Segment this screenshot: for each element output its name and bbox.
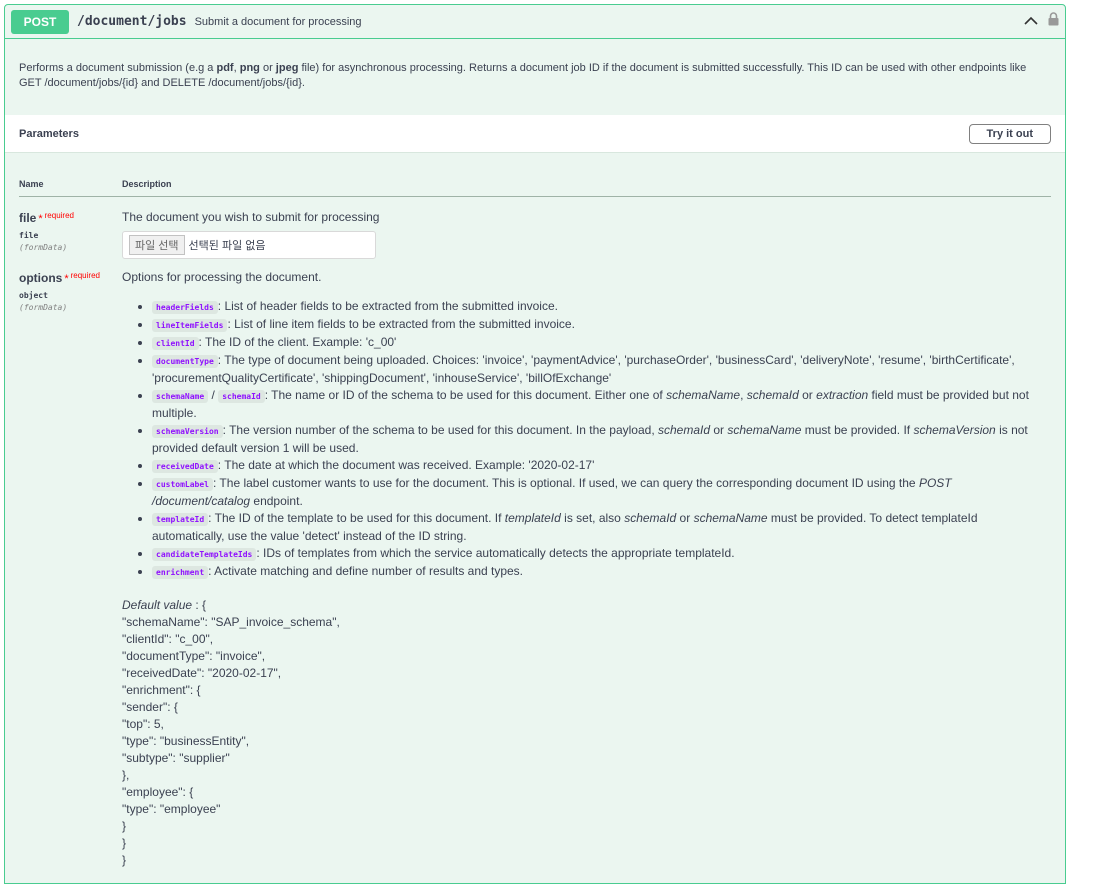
- parameter-in: (formData): [19, 303, 68, 312]
- no-file-text: 선택된 파일 없음: [188, 240, 266, 252]
- method-badge: POST: [11, 9, 69, 34]
- default-value-label: Default value: [122, 598, 193, 612]
- required-star: *: [64, 273, 69, 285]
- required-label: required: [44, 211, 74, 220]
- file-input[interactable]: 파일 선택 선택된 파일 없음: [122, 231, 376, 259]
- column-description-header: Description: [122, 179, 172, 189]
- parameter-row-file: file * required file (formData) The docume…: [19, 209, 1051, 259]
- operation-description: Performs a document submission (e.g a pd…: [19, 62, 1027, 89]
- try-it-out-button[interactable]: Try it out: [968, 123, 1051, 144]
- parameters-table-header: Name Description: [19, 153, 1051, 197]
- column-name-header: Name: [19, 179, 44, 189]
- choose-file-button[interactable]: 파일 선택: [129, 235, 185, 255]
- parameter-type: object: [19, 291, 48, 300]
- operation-block: POST /document/jobs Submit a document fo…: [4, 4, 1066, 884]
- required-star: *: [38, 213, 43, 225]
- operation-path: /document/jobs: [77, 14, 187, 29]
- parameter-description: Options for processing the document.: [122, 270, 322, 284]
- parameter-description: The document you wish to submit for proc…: [122, 210, 380, 224]
- parameters-title: Parameters: [19, 127, 79, 140]
- parameters-header: Parameters Try it out: [5, 115, 1065, 153]
- default-value-json: : { "schemaName": "SAP_invoice_schema", …: [122, 598, 340, 867]
- operation-summary-text: Submit a document for processing: [194, 15, 362, 28]
- list-item: clientId: The ID of the client. Example:…: [152, 334, 1051, 352]
- list-item: customLabel: The label customer wants to…: [152, 475, 1051, 510]
- default-value: Default value : { "schemaName": "SAP_inv…: [122, 597, 1051, 869]
- parameter-name: options: [19, 271, 63, 285]
- parameter-type: file: [19, 231, 39, 240]
- parameter-row-options: options * required object (formData) Optio…: [19, 269, 1051, 869]
- parameter-name: file: [19, 211, 37, 225]
- operation-summary[interactable]: POST /document/jobs Submit a document fo…: [5, 5, 1065, 39]
- list-item: templateId: The ID of the template to be…: [152, 510, 1051, 545]
- list-item: candidateTemplateIds: IDs of templates f…: [152, 545, 1051, 563]
- required-label: required: [70, 271, 100, 280]
- parameter-in: (formData): [19, 243, 68, 252]
- list-item: lineItemFields: List of line item fields…: [152, 316, 1051, 334]
- chevron-up-icon[interactable]: [1024, 13, 1038, 31]
- list-item: documentType: The type of document being…: [152, 352, 1051, 387]
- options-list: headerFields: List of header fields to b…: [122, 298, 1051, 581]
- list-item: schemaName / schemaId: The name or ID of…: [152, 387, 1051, 422]
- list-item: headerFields: List of header fields to b…: [152, 298, 1051, 316]
- list-item: enrichment: Activate matching and define…: [152, 563, 1051, 581]
- list-item: schemaVersion: The version number of the…: [152, 422, 1051, 457]
- lock-icon[interactable]: [1048, 12, 1059, 31]
- list-item: receivedDate: The date at which the docu…: [152, 457, 1051, 475]
- parameters-table: Name Description file * required file (for…: [5, 153, 1065, 869]
